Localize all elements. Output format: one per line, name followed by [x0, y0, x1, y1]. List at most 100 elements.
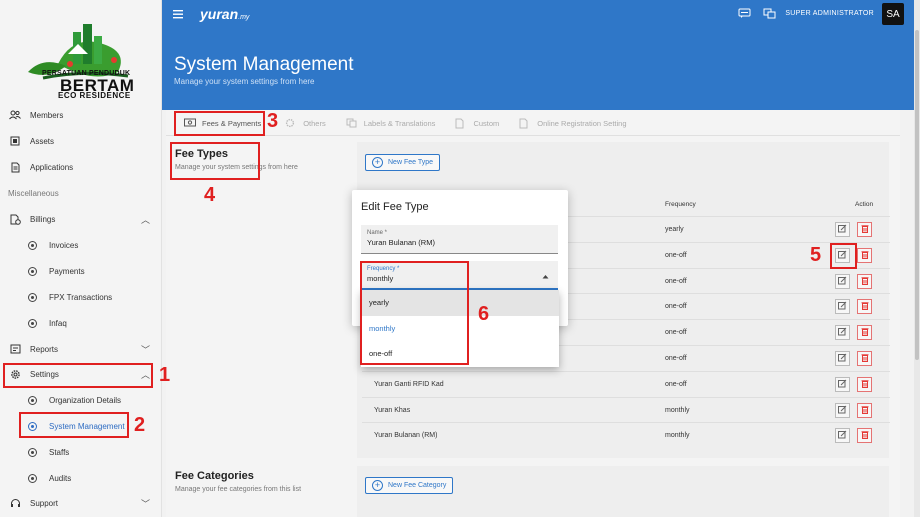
sidebar-item-infaq[interactable]: Infaq — [0, 312, 162, 334]
edit-button[interactable] — [835, 273, 850, 289]
highlight-box-system-management — [19, 412, 129, 438]
edit-button[interactable] — [835, 402, 850, 418]
table-row-divider — [362, 396, 890, 398]
tab-labels-translations[interactable]: Labels & Translations — [336, 110, 446, 136]
trash-icon — [861, 430, 869, 441]
sidebar-item-label: FPX Transactions — [49, 292, 113, 302]
annotation-number-4: 4 — [204, 184, 216, 206]
table-row-divider — [362, 370, 890, 372]
highlight-box-fees-payments-tab — [174, 111, 265, 136]
edit-button[interactable] — [835, 222, 850, 237]
edit-icon — [838, 224, 847, 235]
radio-bullet-icon — [27, 240, 37, 250]
brand-suffix: .my — [238, 14, 250, 21]
delete-button[interactable] — [857, 222, 872, 237]
edit-button[interactable] — [835, 351, 850, 366]
edit-button[interactable] — [835, 376, 850, 392]
sidebar-item-label: Assets — [30, 136, 55, 146]
delete-button[interactable] — [857, 376, 872, 392]
assets-icon — [8, 134, 22, 148]
edit-button[interactable] — [835, 428, 850, 444]
fee-type-name: Yuran Ganti RFID Kad — [374, 380, 444, 388]
trash-icon — [861, 379, 869, 390]
logo-text-line3: ECO RESIDENCE — [58, 91, 131, 100]
page-subtitle: Manage your system settings from here — [174, 77, 315, 86]
name-field-label: Name * — [367, 230, 388, 236]
sidebar-item-staffs[interactable]: Staffs — [0, 441, 162, 463]
tab-others[interactable]: Others — [271, 110, 336, 136]
caret-up-icon — [542, 272, 549, 281]
brand-logo[interactable]: yuran.my — [200, 6, 249, 22]
tab-online-registration-setting[interactable]: Online Registration Setting — [509, 110, 636, 136]
chat-icon[interactable] — [738, 8, 752, 20]
name-field[interactable]: Name * Yuran Bulanan (RM) — [361, 225, 558, 254]
reports-icon — [8, 342, 22, 356]
fee-type-frequency: one-off — [665, 251, 687, 259]
scrollbar-thumb[interactable] — [915, 30, 919, 360]
sidebar-item-fpx-transactions[interactable]: FPX Transactions — [0, 286, 162, 308]
trash-icon — [861, 405, 869, 416]
edit-icon — [838, 353, 847, 364]
sidebar-item-organization-details[interactable]: Organization Details — [0, 389, 162, 411]
switch-icon[interactable] — [763, 8, 777, 20]
chevron-down-icon: ﹀ — [140, 498, 150, 509]
sidebar-item-billings[interactable]: Billings ︿ — [0, 208, 162, 230]
sidebar-item-payments[interactable]: Payments — [0, 260, 162, 282]
sidebar-item-label: Organization Details — [49, 395, 122, 405]
sidebar-item-invoices[interactable]: Invoices — [0, 234, 162, 256]
delete-button[interactable] — [857, 325, 872, 341]
radio-bullet-icon — [27, 266, 37, 276]
delete-button[interactable] — [857, 273, 872, 289]
delete-button[interactable] — [857, 351, 872, 366]
button-label: New Fee Type — [388, 159, 434, 166]
sidebar-item-members[interactable]: Members — [0, 104, 162, 126]
tab-label: Online Registration Setting — [537, 118, 627, 128]
radio-bullet-icon — [27, 292, 37, 302]
tab-custom[interactable]: Custom — [445, 110, 509, 136]
radio-bullet-icon — [27, 473, 37, 483]
new-fee-type-button[interactable]: + New Fee Type — [365, 154, 441, 171]
fee-type-frequency: one-off — [665, 380, 687, 388]
sidebar-item-label: Billings — [30, 214, 56, 224]
trash-icon — [861, 250, 869, 261]
tab-label: Custom — [473, 118, 500, 128]
headset-icon — [8, 496, 22, 510]
trash-icon — [861, 276, 869, 287]
fee-categories-title: Fee Categories — [175, 470, 254, 482]
fee-type-frequency: monthly — [665, 406, 690, 414]
menu-icon[interactable] — [172, 8, 184, 20]
sidebar-item-label: Payments — [49, 266, 85, 276]
radio-bullet-icon — [27, 447, 37, 457]
sidebar-item-applications[interactable]: Applications — [0, 156, 162, 178]
add-icon: + — [372, 157, 383, 168]
edit-button[interactable] — [835, 299, 850, 315]
sidebar-item-support[interactable]: Support ﹀ — [0, 492, 162, 514]
dialog-title: Edit Fee Type — [361, 201, 429, 213]
delete-button[interactable] — [857, 428, 872, 444]
highlight-box-fee-types — [170, 142, 260, 180]
gear-icon — [285, 118, 297, 128]
fee-categories-subtitle: Manage your fee categories from this lis… — [175, 486, 302, 493]
document-icon — [455, 118, 467, 129]
page-scrollbar[interactable] — [914, 0, 920, 517]
tab-label: Labels & Translations — [363, 118, 436, 128]
fee-type-frequency: one-off — [665, 355, 687, 362]
table-row-divider — [362, 422, 890, 424]
delete-button[interactable] — [857, 402, 872, 418]
delete-button[interactable] — [857, 247, 872, 263]
sidebar-item-reports[interactable]: Reports ﹀ — [0, 338, 162, 360]
edit-button[interactable] — [835, 325, 850, 341]
new-fee-category-button[interactable]: + New Fee Category — [365, 477, 454, 494]
sidebar-item-label: Reports — [30, 344, 59, 354]
page-title: System Management — [174, 54, 354, 75]
sidebar-item-audits[interactable]: Audits — [0, 467, 162, 489]
billings-icon — [8, 212, 22, 226]
edit-icon — [838, 276, 847, 287]
sidebar-item-assets[interactable]: Assets — [0, 130, 162, 152]
trash-icon — [861, 353, 869, 364]
delete-button[interactable] — [857, 299, 872, 315]
edit-icon — [838, 301, 847, 312]
user-name[interactable]: SUPER ADMINISTRATOR — [785, 10, 874, 17]
edit-icon — [838, 405, 847, 416]
avatar[interactable]: SA — [882, 3, 904, 25]
